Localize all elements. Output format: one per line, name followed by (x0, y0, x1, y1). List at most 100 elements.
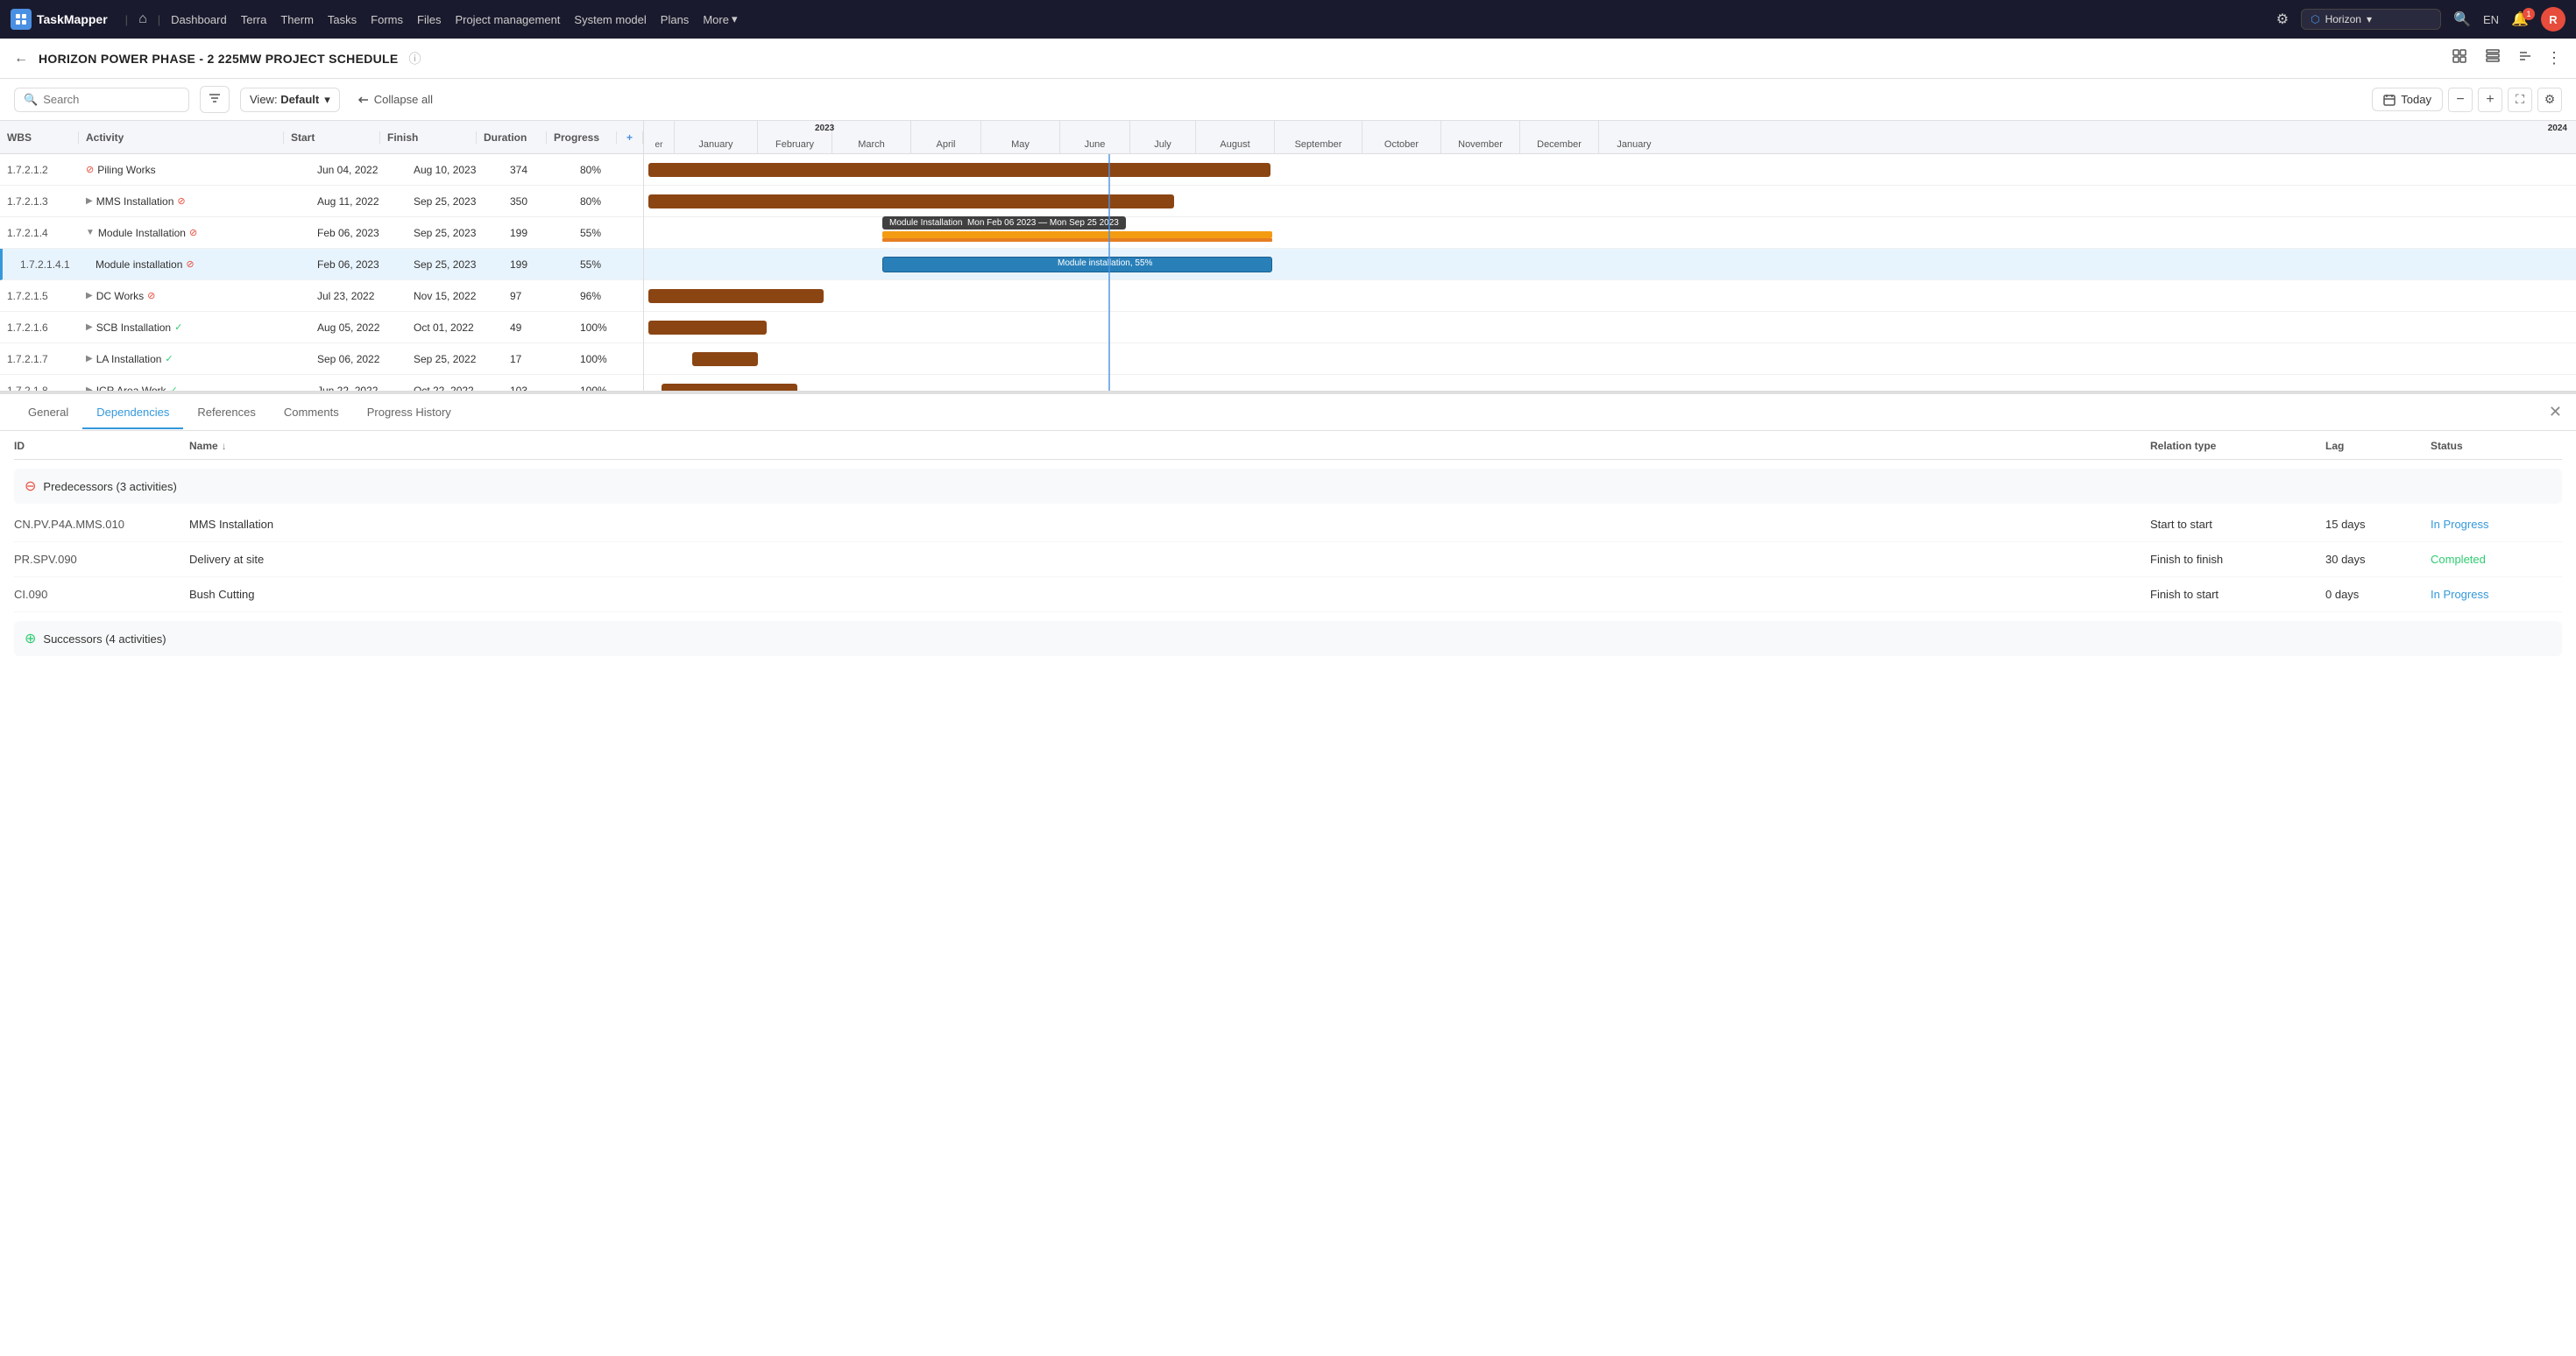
language-selector[interactable]: EN (2483, 13, 2499, 26)
nav-links: Dashboard Terra Therm Tasks Forms Files … (171, 12, 2266, 26)
settings-icon[interactable]: ⚙ (2273, 7, 2292, 32)
status-ok-icon: ✓ (174, 321, 182, 333)
nav-files[interactable]: Files (417, 13, 441, 26)
expand-icon[interactable]: ▶ (86, 322, 93, 332)
expand-icon[interactable]: ▶ (86, 196, 93, 206)
nav-forms[interactable]: Forms (371, 13, 403, 26)
header-start: Start (284, 131, 380, 144)
search-input[interactable] (43, 93, 166, 106)
bar-module-parent (882, 231, 1272, 238)
fullscreen-button[interactable]: ⛶ (2508, 88, 2532, 112)
dep-header-name[interactable]: Name ↓ (189, 440, 2150, 452)
bar-dc (648, 289, 824, 303)
search-box[interactable]: 🔍 (14, 88, 189, 112)
gantt-bar-tooltip: Module Installation Mon Feb 06 2023 — Mo… (882, 216, 1126, 230)
search-icon[interactable]: 🔍 (2450, 7, 2474, 32)
nav-tasks[interactable]: Tasks (328, 13, 357, 26)
zoom-out-button[interactable]: − (2448, 88, 2473, 112)
collapse-all-button[interactable]: Collapse all (350, 88, 440, 110)
header-finish: Finish (380, 131, 477, 144)
year-2023-label: 2023 (815, 124, 834, 133)
filter-button[interactable] (200, 86, 230, 113)
predecessors-section[interactable]: ⊖ Predecessors (3 activities) (14, 469, 2562, 504)
bar-la (692, 352, 758, 366)
month-dec: December (1520, 121, 1599, 153)
close-panel-button[interactable]: ✕ (2549, 403, 2562, 421)
dep-header-status: Status (2431, 440, 2562, 452)
nav-dashboard[interactable]: Dashboard (171, 13, 227, 26)
nav-project-mgmt[interactable]: Project management (455, 13, 560, 26)
page-header: ← HORIZON POWER PHASE - 2 225MW PROJECT … (0, 39, 2576, 79)
more-options-button[interactable]: ⋮ (2546, 49, 2562, 67)
search-icon: 🔍 (24, 93, 38, 107)
gantt-row-mms (644, 186, 2576, 217)
gantt-row-module-parent: Module Installation Mon Feb 06 2023 — Mo… (644, 217, 2576, 249)
nav-plans[interactable]: Plans (661, 13, 690, 26)
gantt-row-icr: Sat Dec 31 2022 (644, 375, 2576, 391)
gantt-row-dc (644, 280, 2576, 312)
dep-header-relation: Relation type (2150, 440, 2325, 452)
app-logo[interactable]: TaskMapper (11, 9, 108, 30)
table-row-selected[interactable]: 1.7.2.1.4.1 Module installation ⊘ Feb 06… (0, 249, 643, 280)
home-icon[interactable]: ⌂ (138, 11, 147, 27)
bar-module-parent-progress (882, 238, 1272, 242)
expand-icon[interactable]: ▶ (86, 291, 93, 300)
month-jan: January (675, 121, 758, 153)
tab-references[interactable]: References (183, 397, 269, 429)
add-column-button[interactable]: + (617, 131, 643, 144)
user-avatar[interactable]: R (2541, 7, 2565, 32)
dep-row-2[interactable]: PR.SPV.090 Delivery at site Finish to fi… (14, 542, 2562, 577)
dep-row-3[interactable]: CI.090 Bush Cutting Finish to start 0 da… (14, 577, 2562, 612)
nav-more[interactable]: More ▾ (703, 12, 737, 26)
table-row[interactable]: 1.7.2.1.8 ▶ ICR Area Work ✓ Jun 22, 2022… (0, 375, 643, 391)
month-nov: November (1441, 121, 1520, 153)
month-jan2024: January (1599, 121, 1669, 153)
sort-arrow-icon: ↓ (222, 440, 227, 452)
bar-module-selected (882, 257, 1272, 272)
table-row[interactable]: 1.7.2.1.5 ▶ DC Works ⊘ Jul 23, 2022 Nov … (0, 280, 643, 312)
tab-comments[interactable]: Comments (270, 397, 353, 429)
tab-dependencies[interactable]: Dependencies (82, 397, 183, 429)
table-row[interactable]: 1.7.2.1.6 ▶ SCB Installation ✓ Aug 05, 2… (0, 312, 643, 343)
tab-general[interactable]: General (14, 397, 82, 429)
collapse-icon[interactable]: ▼ (86, 228, 95, 237)
gantt-row-piling (644, 154, 2576, 186)
header-wbs: WBS (0, 131, 79, 144)
nav-system-model[interactable]: System model (574, 13, 646, 26)
nav-therm[interactable]: Therm (280, 13, 314, 26)
bar-mms (648, 194, 1174, 208)
month-may: May (981, 121, 1060, 153)
gantt-view-button[interactable] (2513, 45, 2539, 72)
zoom-in-button[interactable]: + (2478, 88, 2502, 112)
table-row[interactable]: 1.7.2.1.7 ▶ LA Installation ✓ Sep 06, 20… (0, 343, 643, 375)
today-button[interactable]: Today (2372, 88, 2443, 111)
status-badge-inprogress: In Progress (2431, 518, 2562, 531)
back-button[interactable]: ← (14, 51, 28, 67)
tab-progress-history[interactable]: Progress History (353, 397, 465, 429)
table-row[interactable]: 1.7.2.1.3 ▶ MMS Installation ⊘ Aug 11, 2… (0, 186, 643, 217)
collapse-section-icon[interactable]: ⊖ (25, 477, 36, 495)
page-title: HORIZON POWER PHASE - 2 225MW PROJECT SC… (39, 52, 399, 66)
grid-view-button[interactable] (2446, 45, 2473, 72)
view-label: View: Default (250, 93, 319, 106)
status-warn-icon: ⊘ (147, 290, 155, 301)
expand-section-icon[interactable]: ⊕ (25, 630, 36, 647)
successors-section[interactable]: ⊕ Successors (4 activities) (14, 621, 2562, 656)
dep-row-1[interactable]: CN.PV.P4A.MMS.010 MMS Installation Start… (14, 507, 2562, 542)
nav-terra[interactable]: Terra (241, 13, 267, 26)
month-jul: July (1130, 121, 1196, 153)
info-icon[interactable]: ⓘ (409, 50, 421, 67)
expand-icon[interactable]: ▶ (86, 385, 93, 391)
header-progress: Progress (547, 131, 617, 144)
expand-icon[interactable]: ▶ (86, 354, 93, 364)
workspace-selector[interactable]: ⬡ Horizon ▾ (2301, 9, 2441, 30)
table-row[interactable]: 1.7.2.1.2 ⊘ Piling Works Jun 04, 2022 Au… (0, 154, 643, 186)
table-row[interactable]: 1.7.2.1.4 ▼ Module Installation ⊘ Feb 06… (0, 217, 643, 249)
today-line (1108, 154, 1110, 391)
column-settings-button[interactable]: ⚙ (2537, 88, 2562, 112)
toolbar-right: Today − + ⛶ ⚙ (2372, 88, 2562, 112)
view-selector[interactable]: View: Default ▾ (240, 88, 340, 112)
notifications-button[interactable]: 🔔 1 (2508, 11, 2532, 28)
year-2024-label: 2024 (2548, 124, 2567, 133)
table-view-button[interactable] (2480, 45, 2506, 72)
